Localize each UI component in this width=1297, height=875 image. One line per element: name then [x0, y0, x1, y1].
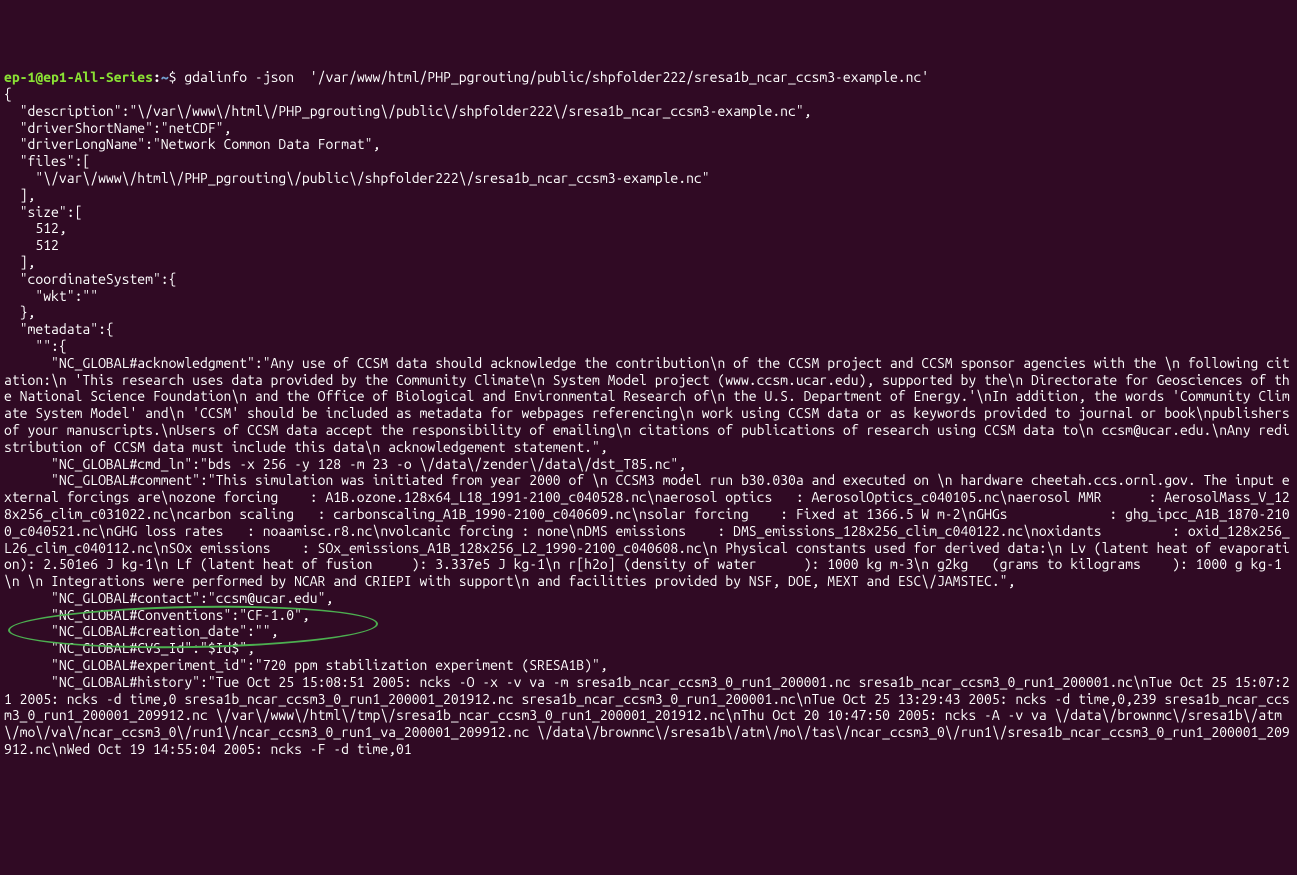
output-line: "":{ [4, 338, 67, 354]
output-line: }, [4, 304, 35, 320]
output-line: 512 [4, 237, 59, 253]
output-line: "NC_GLOBAL#contact":"ccsm@ucar.edu", [4, 590, 333, 606]
output-line: "metadata":{ [4, 321, 114, 337]
output-line: "NC_GLOBAL#history":"Tue Oct 25 15:08:51… [4, 674, 1290, 757]
output-line: "NC_GLOBAL#CVS_Id":"$Id$", [4, 640, 255, 656]
prompt-dollar: $ [169, 69, 185, 85]
output-line: "wkt":"" [4, 288, 98, 304]
output-line: "description":"\/var\/www\/html\/PHP_pgr… [4, 103, 812, 119]
output-line: "NC_GLOBAL#experiment_id":"720 ppm stabi… [4, 657, 608, 673]
command-text: gdalinfo -json '/var/www/html/PHP_pgrout… [184, 69, 929, 85]
output-line: 512, [4, 220, 67, 236]
output-line: "NC_GLOBAL#acknowledgment":"Any use of C… [4, 355, 1297, 455]
output-line: "size":[ [4, 204, 82, 220]
terminal-output[interactable]: ep-1@ep1-All-Series:~$ gdalinfo -json '/… [4, 69, 1293, 758]
output-line: "files":[ [4, 153, 90, 169]
prompt-user-host: ep-1@ep1-All-Series [4, 69, 153, 85]
output-line: "\/var\/www\/html\/PHP_pgrouting\/public… [4, 170, 710, 186]
output-line: "coordinateSystem":{ [4, 271, 177, 287]
prompt-colon: : [153, 69, 161, 85]
prompt-path: ~ [161, 69, 169, 85]
output-line: "NC_GLOBAL#comment":"This simulation was… [4, 472, 1290, 589]
output-line: ], [4, 187, 35, 203]
output-line: "driverShortName":"netCDF", [4, 120, 231, 136]
output-line: ], [4, 254, 35, 270]
output-line: "NC_GLOBAL#cmd_ln":"bds -x 256 -y 128 -m… [4, 456, 686, 472]
output-line: "NC_GLOBAL#creation_date":"", [4, 623, 278, 639]
output-line: "driverLongName":"Network Common Data Fo… [4, 136, 380, 152]
output-line: "NC_GLOBAL#Conventions":"CF-1.0", [4, 607, 310, 623]
output-line: { [4, 86, 12, 102]
